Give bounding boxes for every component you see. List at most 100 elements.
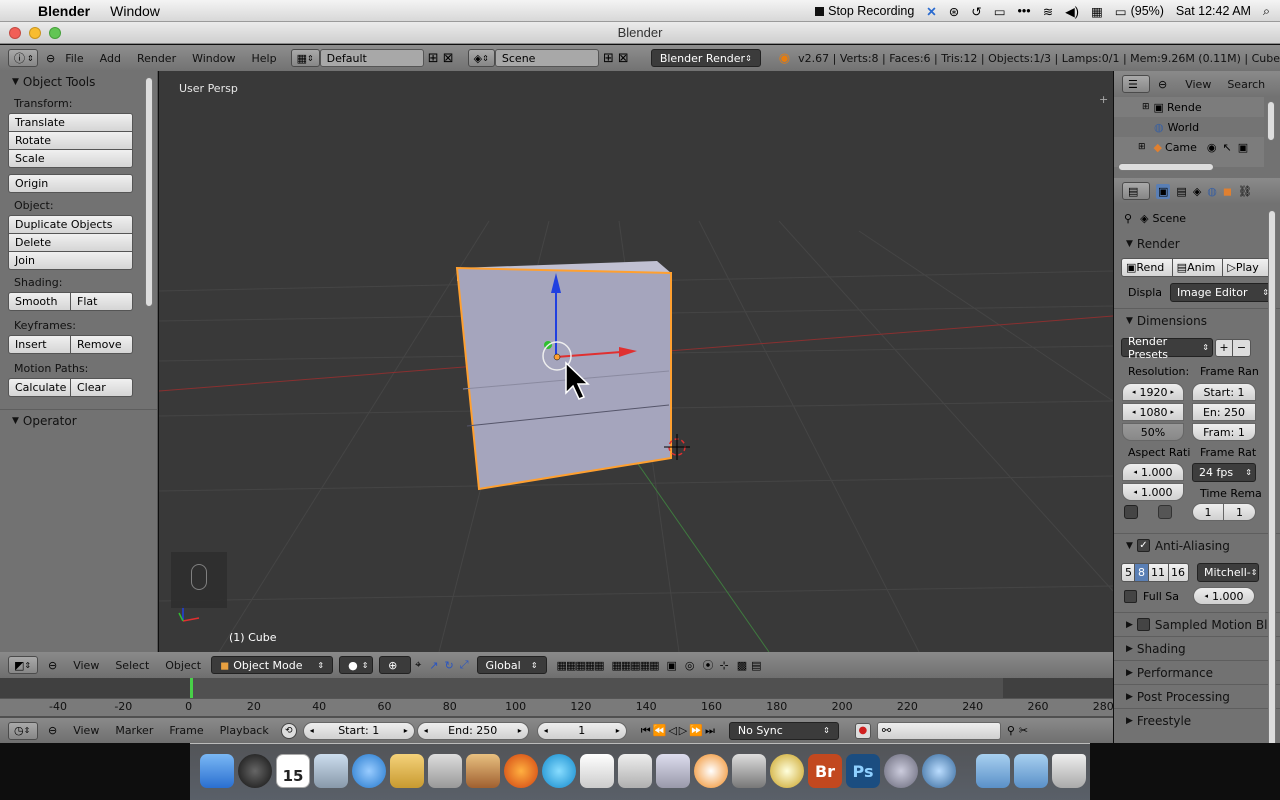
current-frame-field[interactable]: ◂ 1 ▸ — [536, 721, 627, 740]
sampled-motion-blur-panel-header[interactable]: ▶ Sampled Motion Bl — [1114, 612, 1280, 636]
play-animation-button[interactable]: ▷ Play — [1223, 258, 1275, 277]
flat-shading-button[interactable]: Flat — [71, 292, 133, 311]
scene-browse-button[interactable]: ◈ ⇕ — [467, 49, 495, 67]
calendar-icon[interactable]: 15 — [276, 754, 310, 788]
delete-button[interactable]: Delete — [8, 233, 133, 252]
expand-plus-icon[interactable]: ⊞ — [1138, 142, 1146, 152]
opengl-anim-icon[interactable]: ▤ — [751, 659, 761, 672]
layer-buttons-icon[interactable]: ▦▦▦▦▦ — [557, 659, 605, 672]
tool-shelf-scrollbar[interactable] — [145, 77, 153, 307]
menu-select[interactable]: Select — [115, 659, 149, 672]
aa-samples-16[interactable]: 16 — [1169, 563, 1189, 582]
3d-viewport[interactable]: + User Persp (1) Cube — [159, 71, 1113, 652]
textedit-icon[interactable] — [580, 754, 614, 788]
end-frame-field[interactable]: ◂ End: 250 ▸ — [416, 721, 529, 740]
insert-keyframe-icon[interactable]: ⚲ — [1007, 724, 1015, 737]
menubar-app-name[interactable]: Blender — [38, 3, 90, 19]
remove-screen-icon[interactable]: ⊠ — [443, 51, 454, 66]
plus-corner-icon[interactable]: + — [1099, 93, 1108, 106]
translate-button[interactable]: Translate — [8, 113, 133, 132]
menubar-item-window[interactable]: Window — [110, 3, 160, 19]
join-button[interactable]: Join — [8, 251, 133, 270]
firefox-icon[interactable] — [504, 754, 538, 788]
menu-playback[interactable]: Playback — [220, 724, 269, 737]
xcode-icon[interactable] — [656, 754, 690, 788]
menu-frame[interactable]: Frame — [169, 724, 203, 737]
calculate-paths-button[interactable]: Calculate — [8, 378, 71, 397]
frame-step-field[interactable]: Fram: 1 — [1192, 423, 1256, 441]
editor-type-button[interactable]: ▤ — [1122, 182, 1150, 200]
network-icon[interactable] — [922, 754, 956, 788]
border-checkbox[interactable] — [1124, 505, 1138, 519]
dimensions-panel-header[interactable]: ▼ Dimensions — [1114, 308, 1280, 332]
render-engine-dropdown[interactable]: Blender Render ⇕ — [650, 49, 761, 67]
rotate-manipulator-icon[interactable]: ↻ — [445, 659, 454, 672]
collapse-menu-icon[interactable]: ⊖ — [48, 724, 57, 737]
collapse-menu-icon[interactable]: ⊖ — [48, 659, 57, 672]
more-icon[interactable]: ••• — [1018, 4, 1031, 18]
add-scene-icon[interactable]: ⊞ — [603, 51, 614, 66]
menu-help[interactable]: Help — [251, 52, 276, 65]
opengl-render-icon[interactable]: ▩ — [737, 659, 747, 672]
clear-paths-button[interactable]: Clear — [71, 378, 133, 397]
editor-type-button[interactable]: ☰ — [1122, 75, 1150, 93]
properties-scrollbar[interactable] — [1268, 210, 1276, 743]
outliner-row[interactable]: ◍ World — [1114, 117, 1264, 137]
rotate-button[interactable]: Rotate — [8, 131, 133, 150]
outliner-hscrollbar[interactable] — [1118, 163, 1214, 171]
render-animation-button[interactable]: ▤ Anim — [1172, 258, 1224, 277]
aa-samples-5[interactable]: 5 — [1121, 563, 1135, 582]
resolution-y-field[interactable]: ◂ 1080 ▸ — [1122, 403, 1184, 421]
aa-filter-dropdown[interactable]: Mitchell- ⇕ — [1197, 563, 1259, 582]
menu-window[interactable]: Window — [192, 52, 235, 65]
time-remap-old-field[interactable]: 1 — [1192, 503, 1224, 521]
menubar-clock[interactable]: Sat 12:42 AM — [1176, 4, 1251, 18]
layer-buttons-icon-2[interactable]: ▦▦▦▦▦ — [612, 659, 660, 672]
system-preferences-icon[interactable] — [884, 754, 918, 788]
smooth-shading-button[interactable]: Smooth — [8, 292, 71, 311]
world-tab-icon[interactable]: ◍ — [1207, 185, 1217, 198]
aa-samples-8[interactable]: 8 — [1135, 563, 1149, 582]
cube-object[interactable] — [455, 266, 672, 491]
time-machine-icon[interactable]: ↺ — [971, 4, 981, 19]
script-editor-icon[interactable] — [618, 754, 652, 788]
performance-panel-header[interactable]: ▶ Performance — [1114, 660, 1280, 684]
collapse-menu-icon[interactable]: ⊖ — [1158, 78, 1167, 91]
keying-set-field[interactable]: ⚯ — [876, 721, 1001, 740]
steering-wheel-icon[interactable]: ⊛ — [949, 4, 959, 19]
stop-recording-icon[interactable] — [815, 6, 825, 16]
render-image-button[interactable]: ▣ Rend — [1121, 258, 1173, 277]
constraints-tab-icon[interactable]: ⛓ — [1238, 185, 1252, 198]
safari-icon[interactable] — [352, 754, 386, 788]
blender-dock-icon[interactable] — [694, 754, 728, 788]
anti-aliasing-checkbox[interactable]: ✓ — [1136, 539, 1150, 552]
menu-object[interactable]: Object — [165, 659, 201, 672]
pivot-point-dropdown[interactable]: ⊕ — [379, 656, 412, 674]
translate-manipulator-icon[interactable]: ↗ — [429, 659, 438, 672]
menu-file[interactable]: File — [65, 52, 83, 65]
folder-icon[interactable] — [976, 754, 1010, 788]
outliner-row[interactable]: ⊞ ▣ Rende — [1114, 97, 1264, 117]
anti-aliasing-panel-header[interactable]: ▼ ✓ Anti-Aliasing — [1114, 533, 1280, 557]
remove-preset-icon[interactable]: − — [1233, 338, 1251, 357]
iphoto-icon[interactable] — [466, 754, 500, 788]
operator-panel-header[interactable]: ▼ Operator — [0, 409, 157, 431]
resolution-x-field[interactable]: ◂ 1920 ▸ — [1122, 383, 1184, 401]
menu-marker[interactable]: Marker — [115, 724, 153, 737]
proportional-editing-icon[interactable]: ◎ — [685, 659, 695, 672]
spotlight-search-icon[interactable]: ⌕ — [1263, 4, 1270, 19]
freestyle-panel-header[interactable]: ▶ Freestyle — [1114, 708, 1280, 732]
start-frame-field[interactable]: ◂ Start: 1 ▸ — [302, 721, 415, 740]
menu-add[interactable]: Add — [100, 52, 121, 65]
wifi-icon[interactable]: ≋ — [1043, 4, 1053, 19]
editor-type-button[interactable]: ◩ ⇕ — [8, 656, 38, 674]
trash-icon[interactable] — [1052, 754, 1086, 788]
full-sample-checkbox[interactable] — [1124, 589, 1137, 603]
remove-scene-icon[interactable]: ⊠ — [618, 51, 629, 66]
frame-end-field[interactable]: En: 250 — [1192, 403, 1256, 421]
eye-icon[interactable]: ◉ — [1207, 141, 1217, 154]
frame-start-field[interactable]: Start: 1 — [1192, 383, 1256, 401]
camera-render-icon[interactable]: ▣ — [1238, 141, 1248, 154]
aspect-x-field[interactable]: ◂ 1.000 — [1122, 463, 1184, 481]
outliner-row[interactable]: ⊞ ◆ Came ◉ ↖ ▣ — [1114, 137, 1264, 157]
